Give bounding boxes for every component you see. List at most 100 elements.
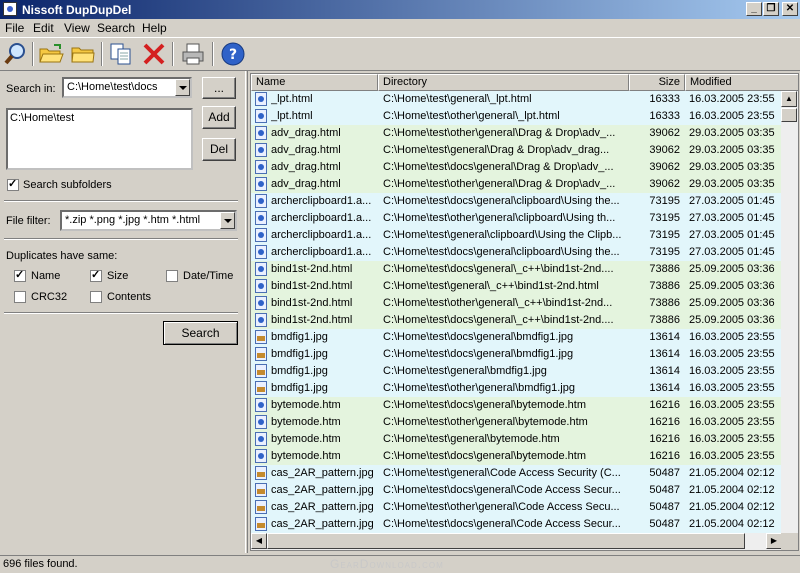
table-row[interactable]: archerclipboard1.a... C:\Home\test\docs\g… — [251, 193, 782, 210]
cell-name: bind1st-2nd.html — [271, 263, 353, 275]
scroll-corner — [781, 533, 798, 550]
cell-name: bind1st-2nd.html — [271, 297, 353, 309]
delete-toolbar-button[interactable] — [141, 41, 167, 67]
table-row[interactable]: bytemode.htm C:\Home\test\docs\general\by… — [251, 397, 782, 414]
copy-toolbar-button[interactable] — [108, 41, 134, 67]
table-row[interactable]: bind1st-2nd.html C:\Home\test\general\_c+… — [251, 278, 782, 295]
vertical-scroll-thumb[interactable] — [781, 108, 797, 122]
datetime-label: Date/Time — [183, 270, 234, 282]
table-row[interactable]: cas_2AR_pattern.jpg C:\Home\test\other\ge… — [251, 499, 782, 516]
search-button[interactable]: Search — [163, 321, 238, 345]
name-checkbox[interactable] — [14, 268, 26, 282]
cell-modified: 27.03.2005 01:45 — [689, 246, 775, 258]
column-header-directory[interactable]: Directory — [378, 74, 629, 91]
datetime-checkbox[interactable] — [166, 270, 178, 282]
add-button[interactable]: Add — [202, 106, 236, 129]
menu-file[interactable]: File — [5, 21, 24, 35]
html-file-icon — [255, 432, 267, 446]
table-row[interactable]: archerclipboard1.a... C:\Home\test\docs\g… — [251, 244, 782, 261]
cell-directory: C:\Home\test\docs\general\clipboard\Usin… — [383, 195, 620, 207]
horizontal-scrollbar[interactable]: ◀ ▶ — [251, 533, 782, 550]
table-row[interactable]: adv_drag.html C:\Home\test\other\general\… — [251, 125, 782, 142]
menu-view[interactable]: View — [64, 21, 90, 35]
search-in-combo[interactable]: C:\Home\test\docs — [62, 77, 192, 98]
table-row[interactable]: bmdfig1.jpg C:\Home\test\other\general\bm… — [251, 380, 782, 397]
cell-name: adv_drag.html — [271, 144, 341, 156]
cell-modified: 16.03.2005 23:55 — [689, 433, 775, 445]
search-toolbar-button[interactable] — [3, 41, 29, 67]
table-row[interactable]: adv_drag.html C:\Home\test\other\general\… — [251, 176, 782, 193]
vertical-scrollbar[interactable]: ▲ — [781, 91, 798, 533]
cell-name: bytemode.htm — [271, 450, 341, 462]
column-header-size[interactable]: Size — [629, 74, 685, 91]
table-row[interactable]: bind1st-2nd.html C:\Home\test\docs\genera… — [251, 312, 782, 329]
table-row[interactable]: archerclipboard1.a... C:\Home\test\other\… — [251, 210, 782, 227]
cell-size: 73886 — [649, 263, 680, 275]
file-filter-combo[interactable]: *.zip *.png *.jpg *.htm *.html — [60, 210, 237, 231]
table-row[interactable]: adv_drag.html C:\Home\test\docs\general\D… — [251, 159, 782, 176]
table-row[interactable]: _lpt.html C:\Home\test\other\general\_lpt… — [251, 108, 782, 125]
size-checkbox[interactable] — [90, 268, 102, 282]
search-icon — [4, 43, 25, 65]
table-row[interactable]: _lpt.html C:\Home\test\general\_lpt.html 1… — [251, 91, 782, 108]
subfolders-checkbox[interactable] — [7, 177, 19, 191]
column-header-name[interactable]: Name — [251, 74, 378, 91]
restore-button[interactable]: ❐ — [763, 2, 779, 16]
del-button[interactable]: Del — [202, 138, 236, 161]
scroll-up-button[interactable]: ▲ — [781, 91, 797, 107]
menu-search[interactable]: Search — [97, 21, 135, 35]
search-in-value: C:\Home\test\docs — [67, 81, 158, 93]
chevron-down-icon[interactable] — [175, 79, 190, 96]
folder-list-item[interactable]: C:\Home\test — [10, 112, 74, 124]
cell-size: 73886 — [649, 297, 680, 309]
cell-name: bmdfig1.jpg — [271, 331, 328, 343]
folder-list[interactable]: C:\Home\test — [6, 108, 193, 170]
table-row[interactable]: cas_2AR_pattern.jpg C:\Home\test\general\… — [251, 465, 782, 482]
cell-size: 50487 — [649, 484, 680, 496]
table-row[interactable]: adv_drag.html C:\Home\test\general\Drag &… — [251, 142, 782, 159]
close-window-button[interactable]: ✕ — [782, 2, 798, 16]
horizontal-scroll-thumb[interactable] — [267, 533, 745, 549]
panel-splitter[interactable] — [245, 71, 248, 553]
chevron-down-icon[interactable] — [220, 212, 235, 229]
table-row[interactable]: bmdfig1.jpg C:\Home\test\docs\general\bmd… — [251, 329, 782, 346]
cell-name: bytemode.htm — [271, 433, 341, 445]
table-row[interactable]: bind1st-2nd.html C:\Home\test\docs\genera… — [251, 261, 782, 278]
print-toolbar-button[interactable] — [180, 41, 206, 67]
cell-size: 16216 — [649, 399, 680, 411]
browse-button[interactable]: ... — [202, 77, 236, 99]
table-row[interactable]: cas_2AR_pattern.jpg C:\Home\test\docs\gen… — [251, 482, 782, 499]
cell-directory: C:\Home\test\general\Drag & Drop\adv_dra… — [383, 144, 610, 156]
table-row[interactable]: bytemode.htm C:\Home\test\general\bytemod… — [251, 431, 782, 448]
html-file-icon — [255, 398, 267, 412]
column-header-modified[interactable]: Modified — [685, 74, 798, 91]
table-row[interactable]: bmdfig1.jpg C:\Home\test\docs\general\bmd… — [251, 346, 782, 363]
image-file-icon — [255, 500, 267, 514]
table-row[interactable]: bytemode.htm C:\Home\test\docs\general\by… — [251, 448, 782, 465]
scroll-left-button[interactable]: ◀ — [251, 533, 267, 549]
minimize-button[interactable]: _ — [746, 2, 762, 16]
folder-toolbar-button[interactable] — [70, 41, 96, 67]
open-toolbar-button[interactable] — [38, 41, 64, 67]
menu-edit[interactable]: Edit — [33, 21, 54, 35]
watermark: GearDownload.com — [330, 557, 444, 571]
open-folder-icon — [39, 44, 64, 63]
cell-name: archerclipboard1.a... — [271, 229, 372, 241]
menu-help[interactable]: Help — [142, 21, 167, 35]
crc32-checkbox[interactable] — [14, 291, 26, 303]
cell-directory: C:\Home\test\docs\general\bmdfig1.jpg — [383, 331, 574, 343]
table-row[interactable]: bytemode.htm C:\Home\test\other\general\b… — [251, 414, 782, 431]
table-row[interactable]: bind1st-2nd.html C:\Home\test\other\gener… — [251, 295, 782, 312]
help-toolbar-button[interactable]: ? — [220, 41, 246, 67]
subfolders-label: Search subfolders — [23, 179, 112, 191]
table-row[interactable]: archerclipboard1.a... C:\Home\test\genera… — [251, 227, 782, 244]
contents-checkbox[interactable] — [90, 291, 102, 303]
toolbar: ? — [0, 37, 800, 71]
table-row[interactable]: cas_2AR_pattern.jpg C:\Home\test\docs\gen… — [251, 516, 782, 533]
cell-directory: C:\Home\test\docs\general\Code Access Se… — [383, 484, 621, 496]
table-row[interactable]: bmdfig1.jpg C:\Home\test\general\bmdfig1.… — [251, 363, 782, 380]
scroll-right-button[interactable]: ▶ — [766, 533, 782, 549]
cell-modified: 21.05.2004 02:12 — [689, 484, 775, 496]
file-filter-value: *.zip *.png *.jpg *.htm *.html — [65, 214, 201, 226]
toolbar-separator — [32, 42, 34, 66]
